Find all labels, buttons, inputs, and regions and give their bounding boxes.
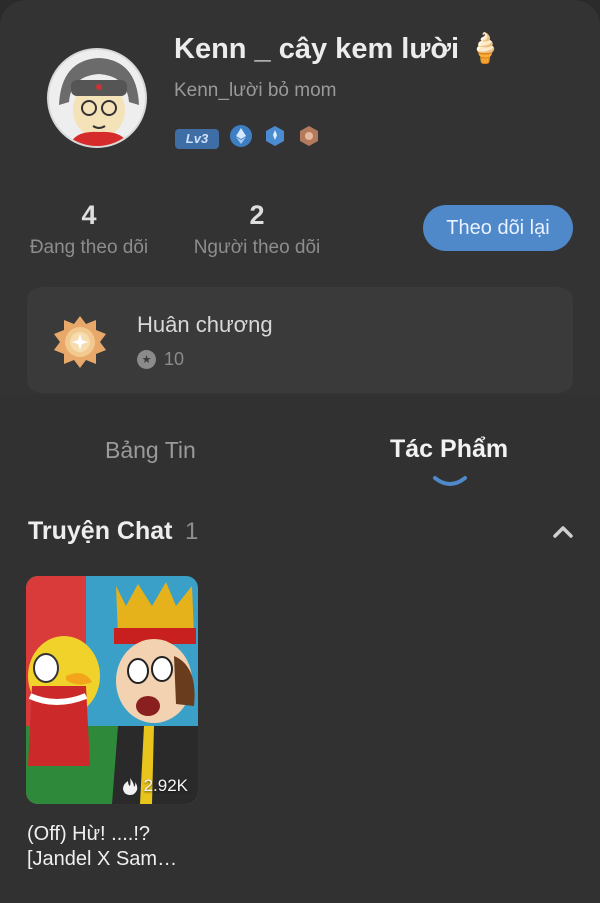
ethereum-badge-icon[interactable] bbox=[229, 124, 253, 153]
medal-title: Huân chương bbox=[137, 312, 273, 337]
following-count: 4 bbox=[81, 200, 97, 230]
medal-count-row: ★ 10 bbox=[137, 349, 184, 370]
avatar[interactable] bbox=[47, 48, 147, 148]
copper-badge-icon[interactable] bbox=[297, 124, 321, 153]
chevron-up-icon[interactable] bbox=[550, 520, 576, 544]
star-icon: ★ bbox=[137, 350, 156, 369]
work-cover-image bbox=[26, 576, 198, 804]
followers-stat[interactable]: 2 Người theo dõi bbox=[190, 200, 324, 259]
profile-header: Kenn _ cây kem lười 🍦 Kenn_lười bỏ mom L… bbox=[0, 0, 600, 395]
work-card[interactable]: 2.92K bbox=[26, 576, 198, 804]
view-count-value: 2.92K bbox=[143, 776, 188, 795]
follow-back-button[interactable]: Theo dõi lại bbox=[423, 205, 573, 251]
medal-count: 10 bbox=[164, 349, 185, 369]
active-tab-indicator bbox=[432, 474, 468, 488]
tab-works[interactable]: Tác Phẩm bbox=[390, 435, 508, 464]
following-stat[interactable]: 4 Đang theo dõi bbox=[26, 200, 152, 259]
followers-label: Người theo dõi bbox=[193, 237, 321, 258]
hexagon-badge-icon[interactable] bbox=[263, 124, 287, 153]
followers-count: 2 bbox=[249, 200, 265, 230]
profile-screen: Kenn _ cây kem lười 🍦 Kenn_lười bỏ mom L… bbox=[0, 0, 600, 903]
level-badge[interactable]: Lv3 bbox=[175, 128, 219, 149]
section-title: Truyện Chat bbox=[28, 517, 173, 545]
section-count: 1 bbox=[185, 518, 199, 545]
medal-card[interactable]: Huân chương ★ 10 bbox=[27, 287, 573, 393]
view-count: 2.92K bbox=[122, 776, 188, 796]
tab-news-feed[interactable]: Bảng Tin bbox=[105, 437, 196, 464]
tab-bar: Bảng Tin Tác Phẩm bbox=[0, 395, 600, 495]
flame-icon bbox=[122, 778, 137, 795]
work-title[interactable]: (Off) Hừ! ....!? [Jandel X Sam… bbox=[27, 822, 207, 872]
following-label: Đang theo dõi bbox=[29, 237, 149, 258]
medal-icon bbox=[52, 314, 108, 368]
display-name: Kenn _ cây kem lười 🍦 bbox=[174, 33, 504, 65]
badge-row: Lv3 bbox=[175, 124, 321, 153]
username: Kenn_lười bỏ mom bbox=[174, 80, 337, 101]
